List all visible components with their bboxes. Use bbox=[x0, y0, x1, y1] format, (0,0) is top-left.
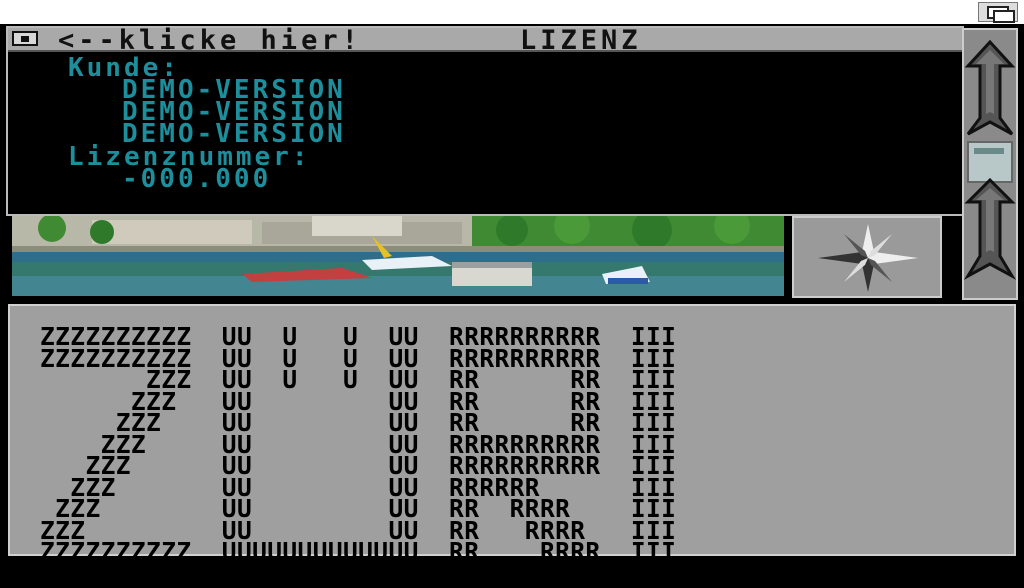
screen-title-bar bbox=[0, 0, 1024, 24]
compass-rose-icon bbox=[818, 224, 918, 292]
screen-depth-icon[interactable] bbox=[978, 2, 1018, 23]
scroll-down-arrow-icon[interactable] bbox=[963, 177, 1017, 280]
scroll-gadget-column bbox=[962, 28, 1018, 300]
license-content: Kunde: DEMO-VERSION DEMO-VERSION DEMO-VE… bbox=[14, 52, 956, 214]
zuri-ascii-logo: ZZZZZZZZZZ UU U U UU RRRRRRRRRR III ZZZZ… bbox=[40, 322, 677, 588]
compass-button[interactable] bbox=[792, 216, 942, 298]
zurich-river-picture bbox=[12, 216, 784, 296]
window-title-bar[interactable]: <--klicke hier! LIZENZ bbox=[8, 25, 962, 56]
license-window: <--klicke hier! LIZENZ Kunde: DEMO-VERSI… bbox=[6, 25, 964, 216]
zuri-logo-panel: ZZZZZZZZZZ UU U U UU RRRRRRRRRR III ZZZZ… bbox=[8, 304, 1016, 585]
close-gadget-icon[interactable] bbox=[12, 31, 38, 46]
scroll-up-arrow-icon[interactable] bbox=[964, 39, 1016, 136]
license-number-value: -000.000 bbox=[122, 164, 272, 194]
